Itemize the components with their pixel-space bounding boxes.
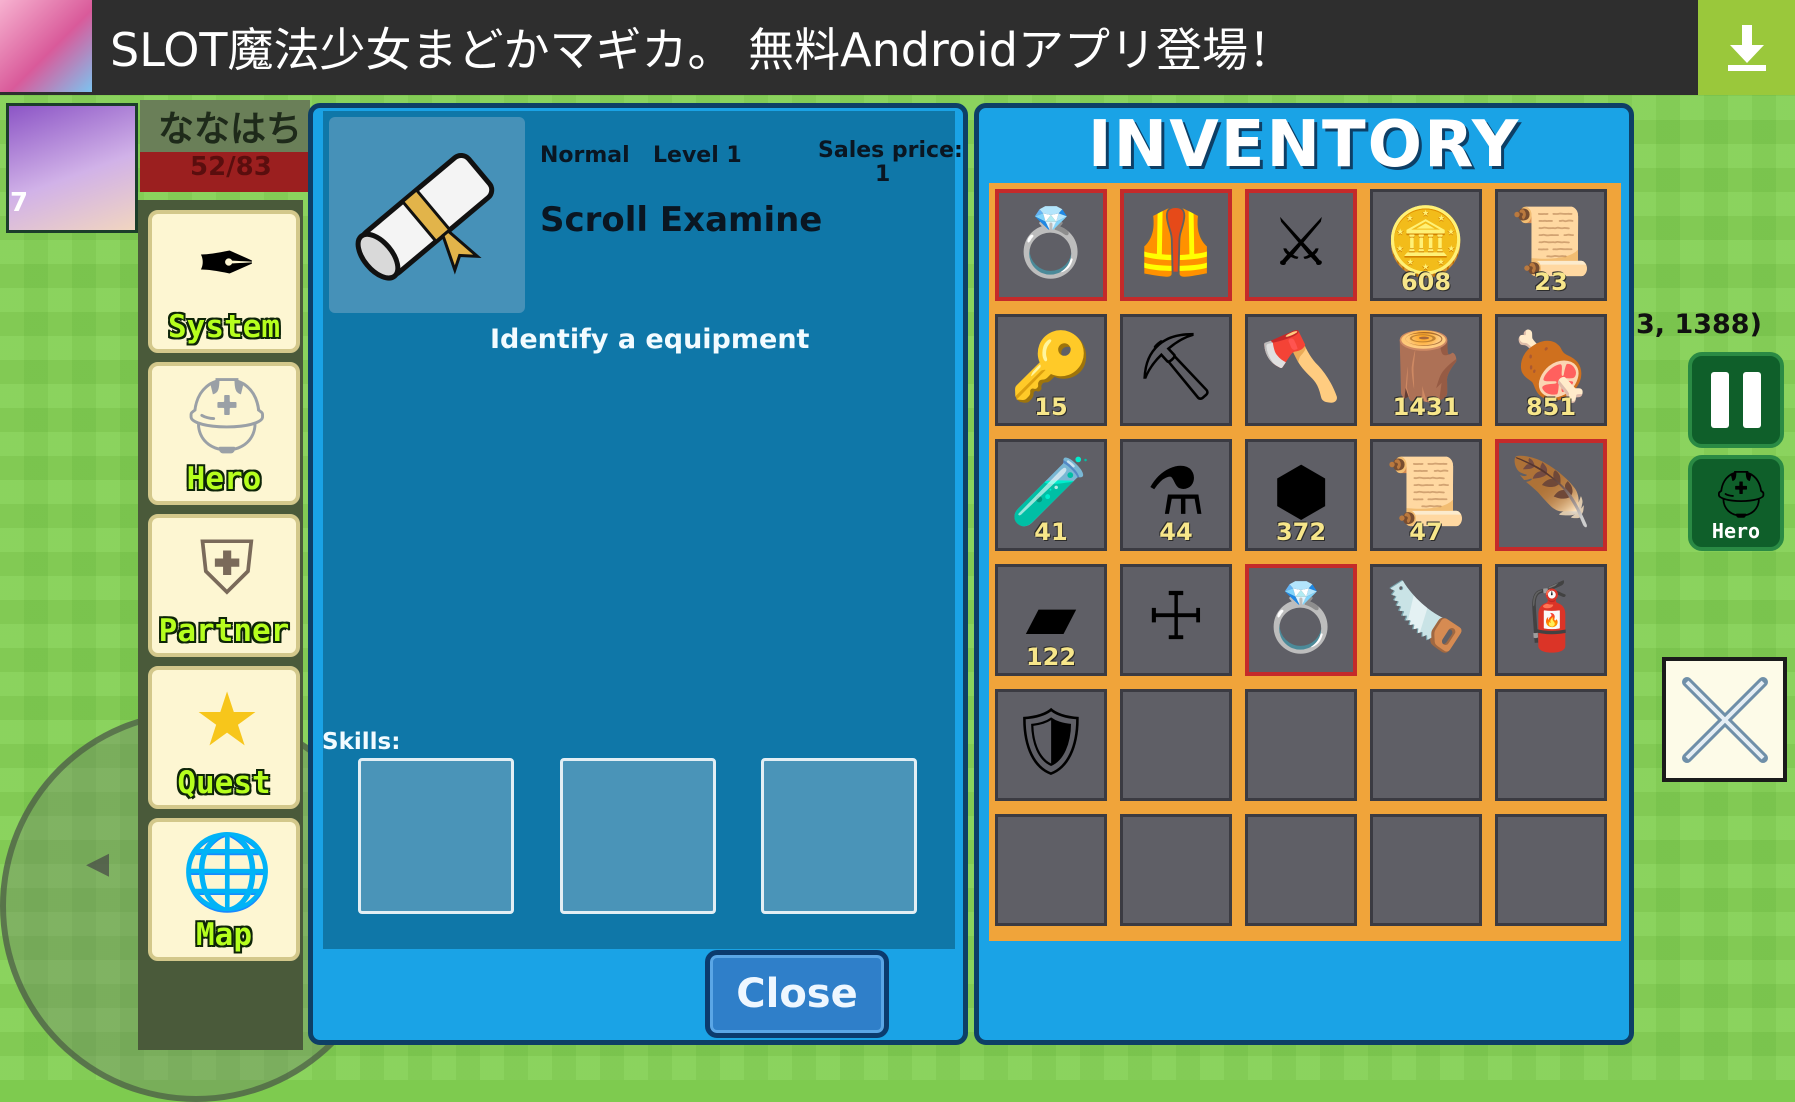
pause-icon-bar [1743,372,1761,428]
menu-quest-label: Quest [176,764,271,802]
player-name: ななはち [140,100,310,152]
inventory-slot[interactable]: 🍖 851 [1495,314,1607,426]
quill-potion-icon: ✒ [195,221,258,307]
skill-slot-1[interactable] [358,758,514,914]
inventory-slot[interactable]: 🪚 [1370,564,1482,676]
crossed-swords-icon [1681,676,1768,763]
inventory-slot[interactable]: 🔑 15 [995,314,1107,426]
inventory-slot[interactable] [995,814,1107,926]
slot-count: 44 [1159,518,1193,546]
inventory-title: INVENTORY [1087,108,1521,182]
inventory-slot[interactable]: ⬢ 372 [1245,439,1357,551]
inventory-slot[interactable] [1245,689,1357,801]
slot-count: 23 [1534,268,1568,296]
inventory-slot[interactable]: 💍 [995,189,1107,301]
ad-thumbnail [0,0,92,92]
pause-icon [1711,372,1729,428]
knight-helmet-icon: ⛑ [180,372,274,459]
menu-map-label: Map [195,916,253,954]
menu-partner-label: Partner [158,612,291,650]
inventory-slot[interactable]: 🪵 1431 [1370,314,1482,426]
inventory-slot[interactable]: 🪶 [1495,439,1607,551]
inventory-slot[interactable]: 🧪 41 [995,439,1107,551]
item-name: Scroll Examine [540,200,823,240]
knight-helmet-icon: ⛑ [1712,467,1771,521]
inventory-slot[interactable]: ☩ [1120,564,1232,676]
slot-count: 47 [1409,518,1443,546]
hero-quick-label: Hero [1711,519,1761,543]
crossed-swords-icon: ⚔ [1271,204,1331,281]
skills-label: Skills: [322,729,401,755]
star-icon: ★ [193,677,261,763]
inventory-slot[interactable]: 🪙 608 [1370,189,1482,301]
leather-armor-icon: 🦺 [1134,204,1218,281]
inventory-slot[interactable]: 📜 23 [1495,189,1607,301]
item-description: Identify a equipment [490,324,810,355]
hero-quick-button[interactable]: ⛑ Hero [1688,455,1784,551]
inventory-slot[interactable]: 🧯 [1495,564,1607,676]
inventory-slot[interactable]: ⚗ 44 [1120,439,1232,551]
inventory-slot[interactable] [1495,814,1607,926]
item-level: Level 1 [653,143,742,168]
player-hp-bar: 52/83 [140,152,310,192]
chainsaw-icon: 🪚 [1384,578,1468,655]
inventory-slot[interactable] [1370,689,1482,801]
partner-armor-icon: ⛨ [199,524,255,611]
inventory-slot[interactable] [1495,689,1607,801]
menu-map-button[interactable]: 🌐 Map [148,818,300,961]
pickaxe-icon: ⛏ [1134,328,1218,405]
skill-slot-2[interactable] [560,758,716,914]
inventory-slot[interactable]: 🪓 [1245,314,1357,426]
slot-count: 851 [1525,393,1577,421]
inventory-slot[interactable]: 📜 47 [1370,439,1482,551]
inventory-slot[interactable] [1120,814,1232,926]
plate-armor-icon: 🛡 [1009,703,1093,780]
item-portrait [329,117,525,313]
slot-count: 41 [1034,518,1068,546]
inventory-slot[interactable]: ⛏ [1120,314,1232,426]
feather-charm-icon: 🪶 [1509,454,1593,531]
golden-staff-icon: ☩ [1146,578,1206,655]
inventory-grid: 💍 🦺 ⚔ 🪙 608 📜 23 🔑 15 ⛏ 🪓 🪵 1431 🍖 851 🧪 41 ⚗ 44 ⬢ 372 📜 47 🪶 ▰ 1… [989,183,1621,941]
sales-price-label: Sales price: [818,138,963,163]
inventory-slot[interactable] [1120,689,1232,801]
axe-icon: 🪓 [1259,328,1343,405]
sales-price-value: 1 [875,162,891,187]
menu-hero-button[interactable]: ⛑ Hero [148,362,300,505]
close-button[interactable]: Close [705,950,889,1038]
globe-icon: 🌐 [180,828,274,915]
gold-ring-icon: 💍 [1259,579,1343,656]
skill-slot-3[interactable] [761,758,917,914]
menu-partner-button[interactable]: ⛨ Partner [148,514,300,657]
inventory-slot[interactable] [1370,814,1482,926]
slot-count: 372 [1275,518,1327,546]
menu-quest-button[interactable]: ★ Quest [148,666,300,809]
slot-count: 608 [1400,268,1452,296]
item-rarity: Normal [540,143,630,168]
download-icon [1727,24,1766,71]
slot-count: 15 [1034,393,1068,421]
inventory-slot[interactable] [1245,814,1357,926]
ad-banner[interactable]: SLOT魔法少女まどかマギカ。 無料Androidアプリ登場！ [0,0,1795,95]
menu-system-label: System [167,308,281,346]
scroll-icon [355,152,495,281]
joystick-left-arrow-icon: ◀ [86,846,110,881]
player-level: 7 [10,188,29,218]
inventory-slot[interactable]: ▰ 122 [995,564,1107,676]
ad-download-button[interactable] [1698,0,1795,95]
inventory-slot[interactable]: 💍 [1245,564,1357,676]
fire-extinguisher-icon: 🧯 [1509,578,1593,655]
map-coordinates: 3, 1388) [1636,309,1762,340]
pause-button[interactable] [1688,352,1784,448]
attack-button[interactable] [1662,657,1787,782]
inventory-slot[interactable]: 🛡 [995,689,1107,801]
ad-text: SLOT魔法少女まどかマギカ。 無料Androidアプリ登場！ [110,23,1294,77]
inventory-slot[interactable]: ⚔ [1245,189,1357,301]
menu-hero-label: Hero [186,460,263,498]
gold-ring-icon: 💍 [1009,204,1093,281]
slot-count: 1431 [1392,393,1460,421]
slot-count: 122 [1025,643,1077,671]
menu-system-button[interactable]: ✒ System [148,210,300,353]
inventory-slot[interactable]: 🦺 [1120,189,1232,301]
